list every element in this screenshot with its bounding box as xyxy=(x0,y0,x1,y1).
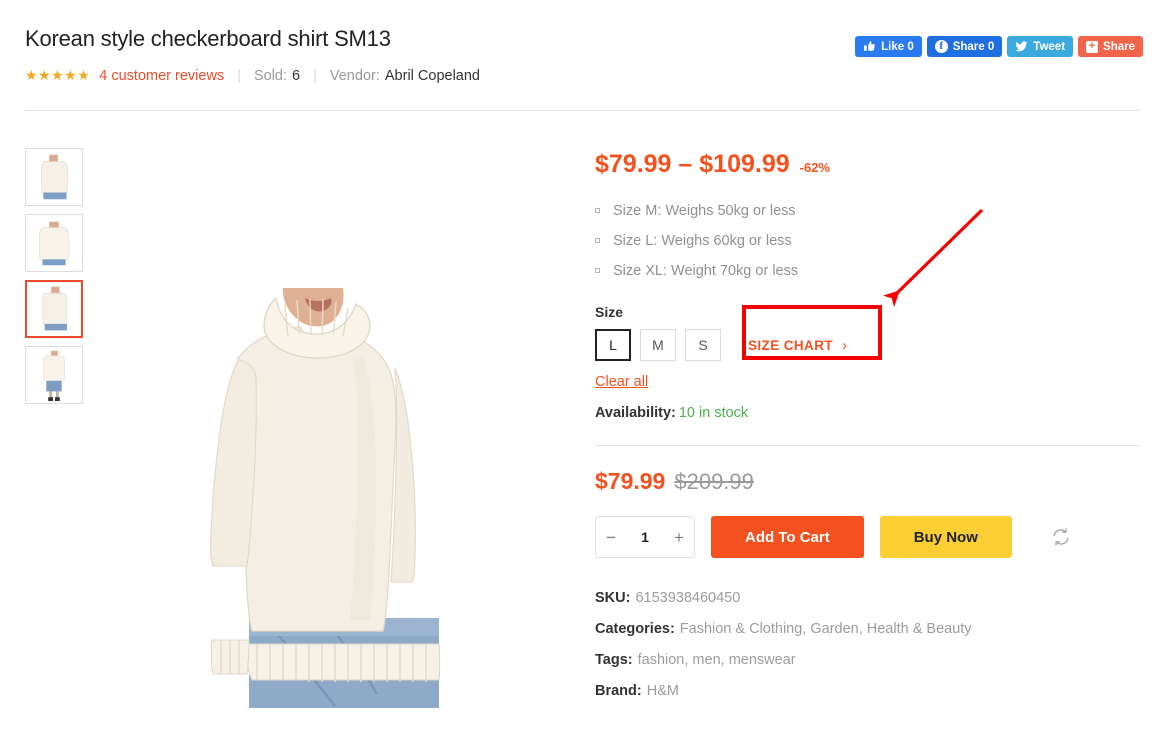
feature-text-1: Size M: Weighs 50kg or less xyxy=(613,203,796,219)
feature-item-3: Size XL: Weight 70kg or less xyxy=(595,260,1140,282)
brand-row: Brand: H&M xyxy=(595,681,1140,701)
feature-item-2: Size L: Weighs 60kg or less xyxy=(595,230,1140,252)
product-meta-list: SKU: 6153938460450 Categories: Fashion & C… xyxy=(595,588,1140,701)
brand-label: Brand: xyxy=(595,683,642,699)
twitter-tweet-label: Tweet xyxy=(1033,40,1066,53)
generic-share-label: Share xyxy=(1103,40,1135,53)
square-bullet-icon xyxy=(595,208,600,213)
main-product-image[interactable] xyxy=(133,288,553,708)
size-swatch-row: L M S SIZE CHART › xyxy=(595,329,1140,361)
tags-row: Tags: fashion, men, menswear xyxy=(595,650,1140,670)
sku-label: SKU: xyxy=(595,590,631,606)
chevron-right-icon: › xyxy=(842,336,848,354)
vendor-label: Vendor: xyxy=(329,67,380,84)
summary-divider xyxy=(595,445,1140,446)
facebook-icon: f xyxy=(934,40,948,53)
current-price: $79.99 xyxy=(595,468,666,494)
vendor-name[interactable]: Abril Copeland xyxy=(385,68,480,84)
size-swatch-s[interactable]: S xyxy=(685,329,721,361)
thumbnail-2[interactable] xyxy=(25,214,83,272)
original-price: $209.99 xyxy=(674,469,754,494)
quantity-increase-button[interactable]: + xyxy=(664,517,694,557)
tags-value[interactable]: fashion, men, menswear xyxy=(638,652,796,668)
availability-value: 10 in stock xyxy=(678,405,749,421)
clear-all-link[interactable]: Clear all xyxy=(595,374,648,390)
generic-share-button[interactable]: + Share xyxy=(1078,36,1143,57)
price-range-row: $79.99 – $109.99 -62% xyxy=(595,148,1140,184)
categories-label: Categories: xyxy=(595,621,675,637)
feature-list: Size M: Weighs 50kg or less Size L: Weig… xyxy=(595,200,1140,282)
plus-icon: + xyxy=(1086,40,1099,53)
price-range: $79.99 – $109.99 xyxy=(595,150,790,178)
customer-reviews-link[interactable]: 4 customer reviews xyxy=(99,68,224,84)
sku-value: 6153938460450 xyxy=(635,590,741,606)
facebook-like-label: Like 0 xyxy=(881,40,914,53)
quantity-decrease-button[interactable]: − xyxy=(596,517,626,557)
meta-separator-2: | xyxy=(313,67,317,84)
size-swatch-m[interactable]: M xyxy=(640,329,676,361)
buy-now-button[interactable]: Buy Now xyxy=(879,516,1012,558)
twitter-bird-icon xyxy=(1015,40,1028,53)
categories-value[interactable]: Fashion & Clothing, Garden, Health & Bea… xyxy=(680,621,972,637)
quantity-input[interactable] xyxy=(626,528,664,546)
brand-value[interactable]: H&M xyxy=(647,683,679,699)
twitter-tweet-button[interactable]: Tweet xyxy=(1007,36,1074,57)
tags-label: Tags: xyxy=(595,652,633,668)
square-bullet-icon xyxy=(595,268,600,273)
availability-label: Availability: xyxy=(595,405,676,421)
size-swatch-s-label: S xyxy=(698,337,708,353)
social-share-bar: Like 0 f Share 0 Tweet + Share xyxy=(855,36,1143,57)
sold-count: 6 xyxy=(292,67,301,84)
product-summary: $79.99 – $109.99 -62% Size M: Weighs 50k… xyxy=(595,148,1140,712)
header-divider xyxy=(25,110,1140,111)
sku-row: SKU: 6153938460450 xyxy=(595,588,1140,608)
size-swatch-m-label: M xyxy=(652,337,664,353)
facebook-like-button[interactable]: Like 0 xyxy=(855,36,922,57)
size-swatch-l[interactable]: L xyxy=(595,329,631,361)
size-swatch-l-label: L xyxy=(609,337,617,353)
size-attribute-label: Size xyxy=(595,304,624,320)
thumbnail-4[interactable] xyxy=(25,346,83,404)
sold-label: Sold: xyxy=(253,67,288,84)
feature-text-2: Size L: Weighs 60kg or less xyxy=(613,233,792,249)
thumbnail-1[interactable] xyxy=(25,148,83,206)
product-gallery xyxy=(25,148,553,708)
cart-actions-row: − + Add To Cart Buy Now xyxy=(595,516,1140,558)
thumbs-up-icon xyxy=(863,40,876,53)
thumbnail-3[interactable] xyxy=(25,280,83,338)
categories-row: Categories: Fashion & Clothing, Garden, H… xyxy=(595,619,1140,639)
size-chart-label: SIZE CHART xyxy=(748,337,833,353)
product-page: Korean style checkerboard shirt SM13 ★★★… xyxy=(0,0,1165,742)
meta-separator-1: | xyxy=(237,67,241,84)
square-bullet-icon xyxy=(595,238,600,243)
compare-refresh-icon[interactable] xyxy=(1050,526,1072,548)
add-to-cart-button[interactable]: Add To Cart xyxy=(711,516,864,558)
sale-price-row: $79.99 $209.99 xyxy=(595,468,1140,495)
availability-row: Availability: 10 in stock xyxy=(595,405,1140,421)
quantity-stepper: − + xyxy=(595,516,695,558)
facebook-share-button[interactable]: f Share 0 xyxy=(926,36,1003,57)
feature-text-3: Size XL: Weight 70kg or less xyxy=(613,263,799,279)
rating-stars: ★★★★★ xyxy=(25,67,91,83)
discount-badge: -62% xyxy=(799,160,830,175)
facebook-share-label: Share 0 xyxy=(952,40,995,53)
feature-item-1: Size M: Weighs 50kg or less xyxy=(595,200,1140,222)
product-meta-row: ★★★★★ 4 customer reviews | Sold: 6 | Ven… xyxy=(25,67,1140,84)
size-chart-link[interactable]: SIZE CHART › xyxy=(748,337,847,354)
thumbnail-list xyxy=(25,148,83,404)
